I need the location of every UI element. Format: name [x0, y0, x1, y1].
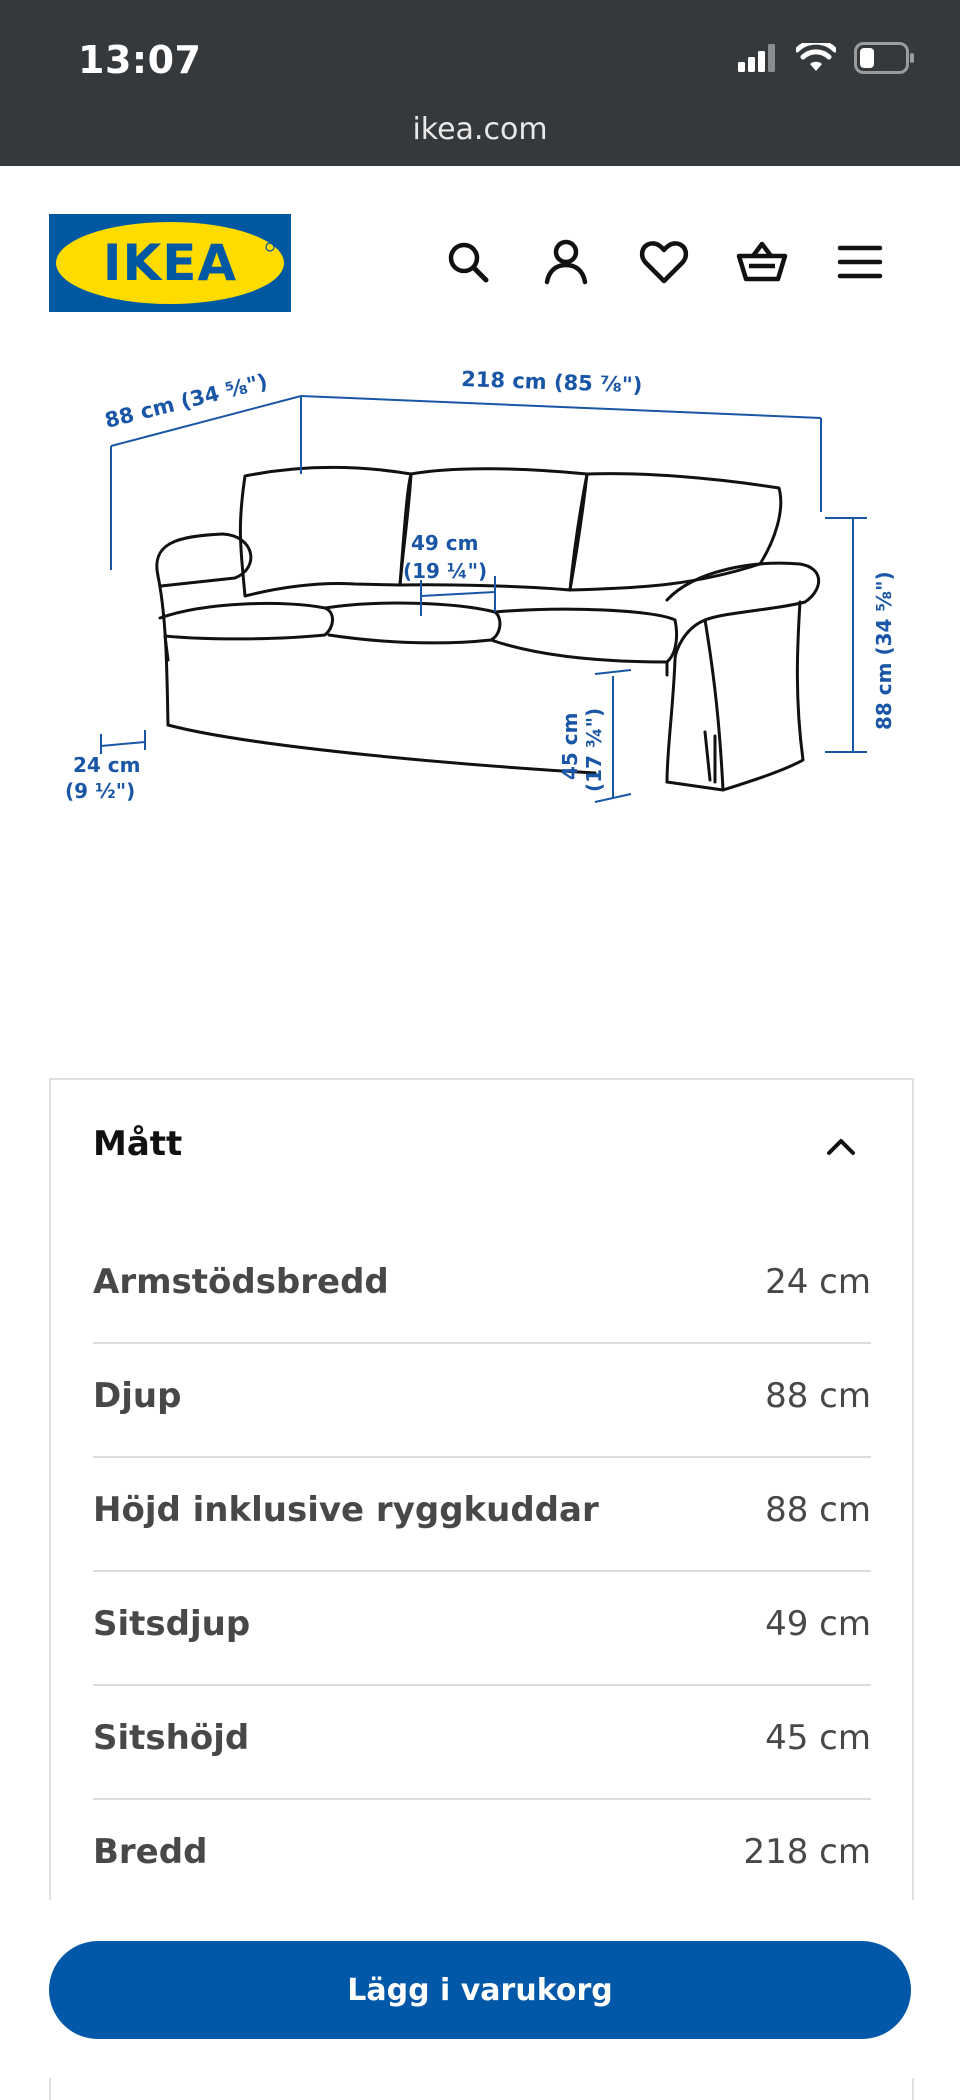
dimension-value: 49 cm [765, 1604, 871, 1644]
dimension-label: Armstödsbredd [93, 1262, 389, 1302]
add-to-cart-button[interactable]: Lägg i varukorg [49, 1941, 911, 2039]
dimensions-list: Armstödsbredd 24 cm Djup 88 cm Höjd inkl… [93, 1230, 871, 1914]
url-bar[interactable]: ikea.com [0, 112, 960, 147]
ikea-logo[interactable]: IKEA [49, 214, 291, 312]
dimension-row-seat-height: Sitshöjd 45 cm [93, 1686, 871, 1800]
account-icon[interactable] [540, 236, 592, 288]
dimension-label: Sitsdjup [93, 1604, 251, 1644]
label-height-side: 88 cm (34 ⅝") [872, 571, 896, 730]
signal-icon [738, 44, 775, 72]
menu-icon[interactable] [834, 236, 886, 288]
label-seat-depth-cm: 49 cm [411, 531, 479, 555]
battery-icon [854, 42, 914, 74]
label-seat-height-in: (17 ¾") [582, 708, 606, 792]
dimension-label: Sitshöjd [93, 1718, 250, 1758]
dimension-label: Bredd [93, 1832, 208, 1872]
dimension-value: 218 cm [743, 1832, 871, 1872]
dimension-value: 88 cm [765, 1490, 871, 1530]
label-seat-height-cm: 45 cm [558, 713, 582, 781]
dimension-row-armrest-width: Armstödsbredd 24 cm [93, 1230, 871, 1344]
dimension-row-height: Höjd inklusive ryggkuddar 88 cm [93, 1458, 871, 1572]
dimension-row-seat-depth: Sitsdjup 49 cm [93, 1572, 871, 1686]
status-bar: 13:07 ikea.com [0, 0, 960, 166]
dimensions-title: Mått [93, 1124, 183, 1164]
dimensions-header[interactable]: Mått [93, 1116, 873, 1176]
label-depth: 88 cm (34 ⅝") [102, 369, 269, 433]
dimension-row-depth: Djup 88 cm [93, 1344, 871, 1458]
chevron-up-icon[interactable] [823, 1128, 859, 1164]
label-width: 218 cm (85 ⅞") [461, 367, 643, 397]
status-time: 13:07 [78, 38, 202, 82]
dimension-value: 24 cm [765, 1262, 871, 1302]
dimension-value: 88 cm [765, 1376, 871, 1416]
dimension-lines [100, 395, 867, 803]
dimension-label: Höjd inklusive ryggkuddar [93, 1490, 599, 1530]
label-arm-in: (9 ½") [65, 779, 135, 803]
sofa-dimension-drawing: 88 cm (34 ⅝") 218 cm (85 ⅞") 49 cm (19 ¼… [65, 367, 896, 803]
dimension-value: 45 cm [765, 1718, 871, 1758]
dimension-row-width: Bredd 218 cm [93, 1800, 871, 1914]
sofa-outline [155, 465, 821, 792]
dimension-label: Djup [93, 1376, 182, 1416]
search-icon[interactable] [442, 236, 494, 288]
label-seat-depth-in: (19 ¼") [403, 559, 487, 583]
wifi-icon [796, 43, 836, 71]
site-header: IKEA [0, 166, 960, 346]
cart-icon[interactable] [736, 236, 788, 288]
heart-icon[interactable] [638, 236, 690, 288]
status-icons [738, 42, 916, 74]
label-arm-cm: 24 cm [73, 753, 141, 777]
svg-text:IKEA: IKEA [103, 234, 237, 292]
